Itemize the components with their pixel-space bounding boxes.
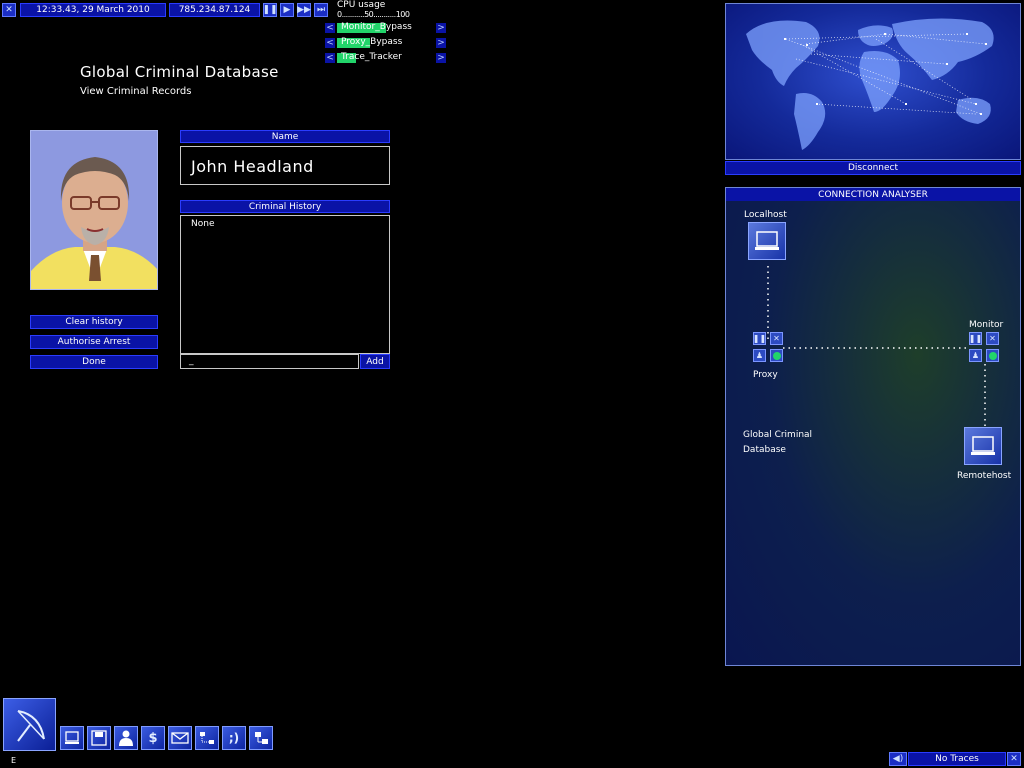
cpu-program-name: Trace_Tracker <box>341 52 402 62</box>
person-icon[interactable]: ♟ <box>969 349 982 362</box>
close-icon[interactable]: ✕ <box>770 332 783 345</box>
chevron-right-icon[interactable]: > <box>436 23 446 33</box>
play-icon[interactable]: ▶ <box>280 3 294 17</box>
remotehost-computer-icon[interactable] <box>964 427 1002 465</box>
page-title: Global Criminal Database <box>80 63 279 81</box>
chevron-right-icon[interactable]: > <box>436 53 446 63</box>
person-icon[interactable]: ♟ <box>753 349 766 362</box>
cpu-program-row: < Trace_Tracker > <box>325 52 446 63</box>
disconnect-button[interactable]: Disconnect <box>725 161 1021 175</box>
history-header: Criminal History <box>180 200 390 213</box>
gateway-icon[interactable] <box>249 726 273 750</box>
add-button[interactable]: Add <box>360 354 390 369</box>
localhost-label: Localhost <box>744 210 787 220</box>
criminal-photo <box>30 130 158 290</box>
close-icon[interactable]: ✕ <box>2 3 16 17</box>
computer-icon[interactable] <box>60 726 84 750</box>
monitor-node[interactable]: ❚❚ ✕ ♟ <box>969 332 1001 364</box>
page-subtitle: View Criminal Records <box>80 86 192 97</box>
target-label-line1: Global Criminal <box>743 430 813 440</box>
trace-status: No Traces <box>908 752 1006 766</box>
cpu-program-row: < Monitor_Bypass > <box>325 22 446 33</box>
chevron-right-icon[interactable]: > <box>436 38 446 48</box>
pause-icon[interactable]: ❚❚ <box>262 3 278 17</box>
pause-icon[interactable]: ❚❚ <box>969 332 982 345</box>
done-button[interactable]: Done <box>30 355 158 369</box>
chat-icon[interactable]: ;) <box>222 726 246 750</box>
cpu-title: CPU usage <box>337 0 386 10</box>
localhost-computer-icon[interactable] <box>748 222 786 260</box>
monitor-label: Monitor <box>969 320 1004 330</box>
fastest-forward-icon[interactable]: ⏭ <box>314 3 328 17</box>
ip-display: 785.234.87.124 <box>169 3 260 17</box>
clear-history-button[interactable]: Clear history <box>30 315 158 329</box>
pause-icon[interactable]: ❚❚ <box>753 332 766 345</box>
disk-icon[interactable] <box>87 726 111 750</box>
cpu-program-row: < Proxy_Bypass > <box>325 37 446 48</box>
proxy-node[interactable]: ❚❚ ✕ ♟ <box>753 332 785 364</box>
chevron-left-icon[interactable]: < <box>325 38 335 48</box>
cpu-scale: 0...........50...........100 <box>337 10 410 19</box>
chevron-left-icon[interactable]: < <box>325 23 335 33</box>
history-entry-input[interactable]: _ <box>180 354 359 369</box>
target-label-line2: Database <box>743 445 786 455</box>
cpu-program-name: Proxy_Bypass <box>341 37 403 47</box>
history-text: None <box>180 215 390 354</box>
network-icon[interactable] <box>195 726 219 750</box>
name-field: John Headland <box>180 146 390 185</box>
world-map[interactable] <box>725 3 1021 160</box>
authorise-arrest-button[interactable]: Authorise Arrest <box>30 335 158 349</box>
chevron-left-icon[interactable]: < <box>325 53 335 63</box>
close-icon[interactable]: ✕ <box>986 332 999 345</box>
cpu-program-name: Monitor_Bypass <box>341 22 412 32</box>
email-icon[interactable] <box>168 726 192 750</box>
status-light-icon <box>770 349 783 362</box>
status-light-icon <box>986 349 999 362</box>
proxy-label: Proxy <box>753 370 778 380</box>
name-header: Name <box>180 130 390 143</box>
datetime-display: 12:33.43, 29 March 2010 <box>20 3 166 17</box>
dollar-icon[interactable]: $ <box>141 726 165 750</box>
people-icon[interactable] <box>114 726 138 750</box>
status-letter: E <box>11 756 17 765</box>
close-icon[interactable]: ✕ <box>1007 752 1021 766</box>
remotehost-label: Remotehost <box>957 471 1012 481</box>
fast-forward-icon[interactable]: ▶▶ <box>297 3 311 17</box>
speaker-icon[interactable]: ◀) <box>889 752 907 766</box>
satellite-dish-icon[interactable] <box>3 698 56 751</box>
